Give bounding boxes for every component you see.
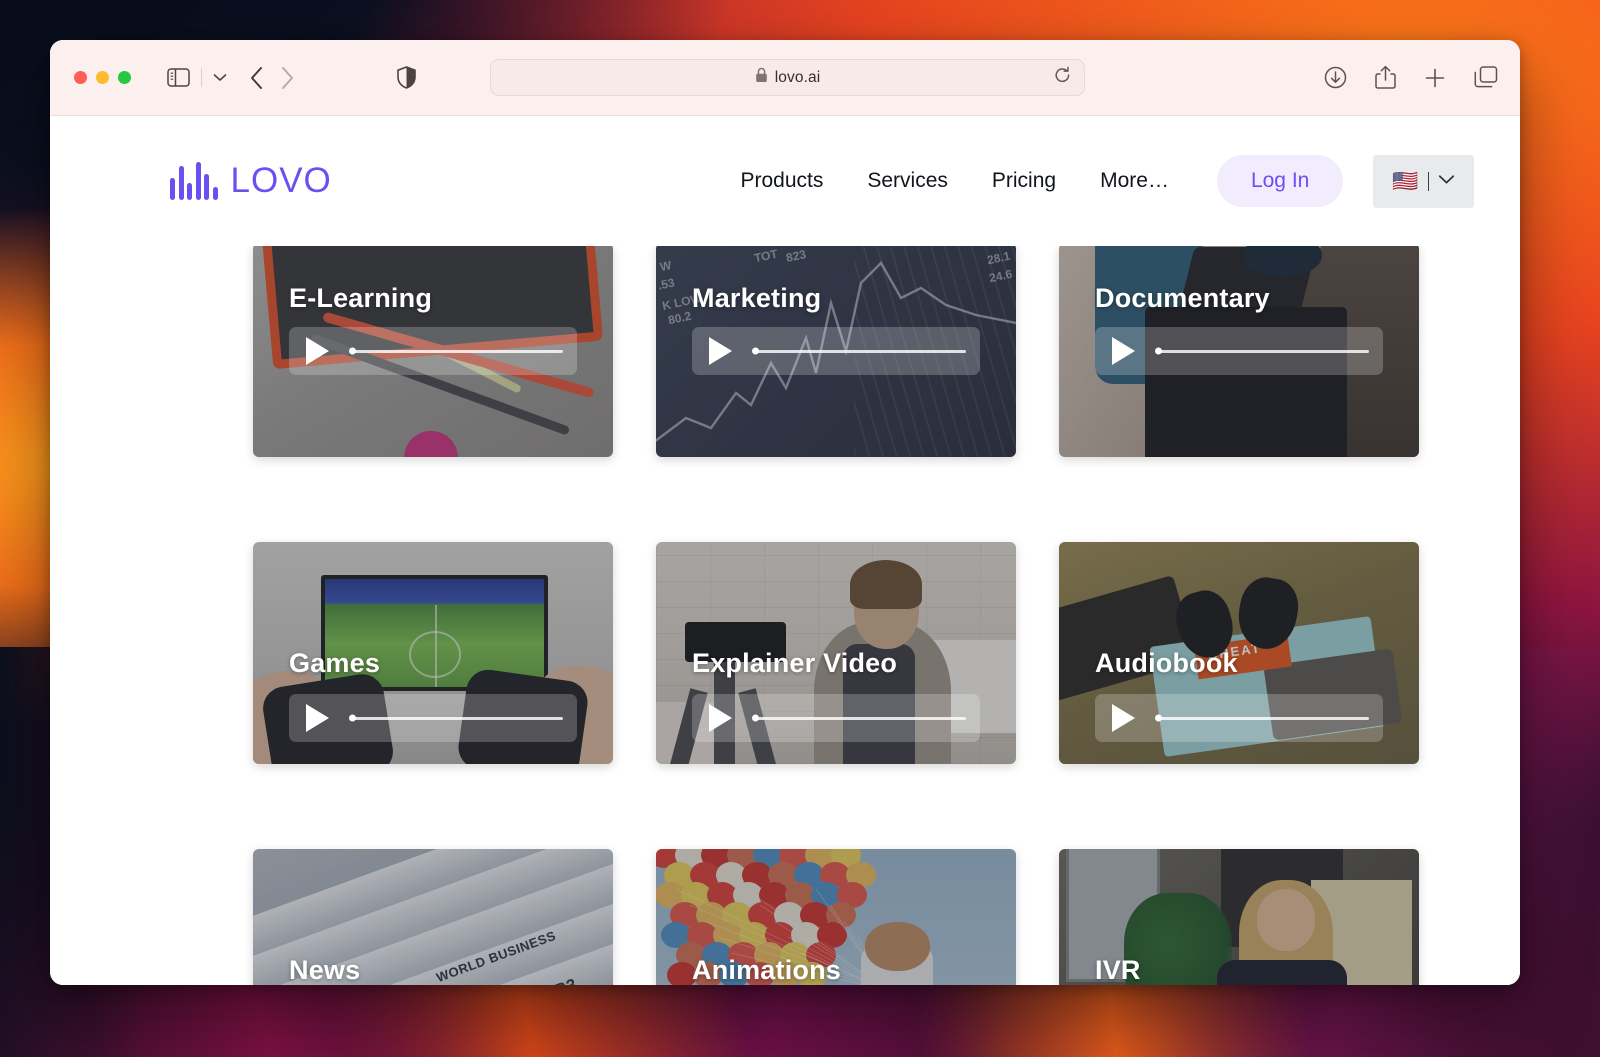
use-case-grid: E-Learning W .53 K LOW [50, 243, 1520, 985]
card-animations[interactable]: Animations [656, 849, 1016, 985]
toolbar-divider [201, 68, 202, 87]
progress-knob[interactable] [349, 348, 356, 355]
progress-knob[interactable] [752, 348, 759, 355]
sidebar-controls [167, 68, 227, 87]
language-selector[interactable]: 🇺🇸 [1373, 155, 1474, 208]
chevron-down-icon[interactable] [213, 73, 227, 82]
plus-icon[interactable] [1424, 67, 1446, 89]
card-explainer-video[interactable]: Explainer Video [656, 542, 1016, 764]
language-divider [1428, 172, 1430, 191]
card-title: IVR [1095, 955, 1141, 985]
forward-button[interactable] [280, 66, 295, 90]
back-button[interactable] [249, 66, 264, 90]
card-player[interactable] [289, 327, 577, 375]
logo-text: LOVO [231, 161, 332, 201]
login-button[interactable]: Log In [1217, 155, 1343, 207]
nav-item-more[interactable]: More… [1078, 169, 1191, 193]
card-games[interactable]: Games [253, 542, 613, 764]
card-title: Documentary [1095, 283, 1270, 314]
card-title: Animations [692, 955, 841, 985]
site-navigation: Products Services Pricing More… Log In 🇺… [718, 155, 1474, 208]
browser-toolbar: lovo.ai [50, 40, 1520, 116]
card-marketing[interactable]: W .53 K LOW 80.2 TOT 823 28.1 24.6 Marke… [656, 243, 1016, 457]
card-title: Games [289, 648, 380, 679]
close-button[interactable] [74, 71, 87, 84]
web-page: LOVO Products Services Pricing More… Log… [50, 116, 1520, 985]
play-icon[interactable] [306, 337, 329, 365]
card-news[interactable]: WORLD BUSINESS B3 News [253, 849, 613, 985]
window-controls [74, 71, 131, 84]
chevron-down-icon [1438, 172, 1455, 190]
card-player[interactable] [692, 327, 980, 375]
navigation-buttons [249, 66, 295, 90]
progress-track[interactable] [754, 350, 966, 353]
desktop-wallpaper: lovo.ai [0, 0, 1600, 1057]
card-player[interactable] [692, 694, 980, 742]
card-title: News [289, 955, 360, 985]
progress-knob[interactable] [1155, 715, 1162, 722]
card-documentary[interactable]: Documentary [1059, 243, 1419, 457]
site-header: LOVO Products Services Pricing More… Log… [50, 116, 1520, 246]
progress-knob[interactable] [1155, 348, 1162, 355]
maximize-button[interactable] [118, 71, 131, 84]
card-title: E-Learning [289, 283, 432, 314]
card-title: Marketing [692, 283, 821, 314]
us-flag-icon: 🇺🇸 [1392, 171, 1418, 192]
card-player[interactable] [1095, 327, 1383, 375]
share-icon[interactable] [1375, 65, 1396, 90]
shield-icon[interactable] [397, 66, 416, 89]
card-player[interactable] [289, 694, 577, 742]
nav-item-pricing[interactable]: Pricing [970, 169, 1078, 193]
card-title: Audiobook [1095, 648, 1238, 679]
progress-track[interactable] [754, 717, 966, 720]
progress-track[interactable] [351, 350, 563, 353]
card-e-learning[interactable]: E-Learning [253, 243, 613, 457]
card-title: Explainer Video [692, 648, 897, 679]
card-player[interactable] [1095, 694, 1383, 742]
address-bar[interactable]: lovo.ai [490, 59, 1085, 96]
play-icon[interactable] [709, 337, 732, 365]
play-icon[interactable] [306, 704, 329, 732]
sidebar-icon[interactable] [167, 68, 190, 87]
progress-knob[interactable] [349, 715, 356, 722]
card-ivr[interactable]: IVR [1059, 849, 1419, 985]
minimize-button[interactable] [96, 71, 109, 84]
play-icon[interactable] [1112, 704, 1135, 732]
download-icon[interactable] [1324, 66, 1347, 89]
progress-track[interactable] [351, 717, 563, 720]
browser-window: lovo.ai [50, 40, 1520, 985]
play-icon[interactable] [1112, 337, 1135, 365]
lock-icon [755, 67, 768, 88]
nav-item-products[interactable]: Products [718, 169, 845, 193]
progress-knob[interactable] [752, 715, 759, 722]
waveform-icon [170, 162, 218, 200]
url-text: lovo.ai [775, 69, 821, 87]
reload-icon[interactable] [1054, 66, 1071, 89]
tab-overview-icon[interactable] [1474, 66, 1498, 89]
lovo-logo[interactable]: LOVO [170, 161, 332, 201]
progress-track[interactable] [1157, 717, 1369, 720]
progress-track[interactable] [1157, 350, 1369, 353]
card-audiobook[interactable]: GREAT Audiobook [1059, 542, 1419, 764]
play-icon[interactable] [709, 704, 732, 732]
toolbar-right-actions [1324, 65, 1498, 90]
nav-item-services[interactable]: Services [845, 169, 970, 193]
